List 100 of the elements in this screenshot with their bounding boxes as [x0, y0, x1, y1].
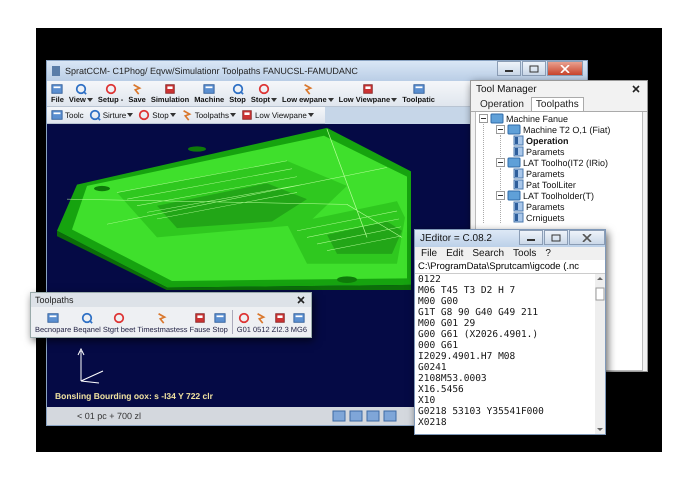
tree-item[interactable]: Paramets	[526, 202, 565, 212]
close-button[interactable]	[295, 294, 308, 306]
ring-icon	[138, 109, 150, 121]
code-line: I2029.4901.H7 M08	[418, 351, 516, 362]
document-icon	[513, 212, 524, 223]
panel-title: Toolpaths	[35, 295, 74, 305]
document-icon	[412, 83, 425, 95]
close-icon	[560, 64, 570, 72]
minimize-button[interactable]	[519, 230, 543, 245]
bolt-icon	[255, 312, 268, 324]
app-icon	[51, 65, 61, 77]
window-title: SpratCCM- C1Phog/ Eqvw/Simulationr Toolpaths FANUCSL-FAMUDANC	[65, 66, 358, 76]
document-icon	[51, 109, 63, 121]
scrollbar[interactable]	[595, 274, 605, 434]
bolt-icon	[180, 109, 193, 121]
status-icon[interactable]	[383, 410, 397, 422]
tree-item[interactable]: LAT Toolholder(T)	[523, 190, 594, 200]
caret-icon	[328, 98, 334, 102]
search-icon	[81, 312, 94, 324]
toolbar-button[interactable]: Toolc	[50, 108, 85, 122]
search-icon	[232, 83, 244, 95]
close-icon	[582, 234, 592, 242]
caret-icon	[271, 98, 278, 102]
document-icon	[51, 83, 64, 95]
maximize-icon	[529, 64, 539, 72]
caret-icon	[170, 113, 176, 117]
ring-icon	[104, 83, 117, 95]
maximize-button[interactable]	[522, 61, 546, 76]
code-line: G0241	[418, 362, 448, 373]
window-title: JEditor = C.08.2	[420, 233, 492, 244]
toolbar-button[interactable]: Low Viewpane	[240, 108, 315, 122]
menu-item[interactable]: ?	[545, 248, 551, 259]
code-line: 000 G61	[418, 340, 460, 351]
ring-icon	[113, 312, 126, 324]
maximize-button[interactable]	[544, 230, 568, 245]
menu-item[interactable]: Tools	[513, 248, 536, 259]
menu-item[interactable]: Edit	[446, 248, 464, 259]
code-line: X10	[418, 395, 436, 406]
document-icon	[214, 312, 226, 324]
code-line: M00 G01 29	[418, 318, 476, 329]
tree-item[interactable]: Crniguets	[526, 212, 565, 222]
tree-item[interactable]: Operation	[526, 136, 569, 146]
code-line: G00 G61 (X2026.4901.)	[418, 329, 540, 340]
document-icon	[513, 168, 524, 179]
caret-icon	[127, 113, 134, 117]
tree-item[interactable]: Pat ToolLiter	[526, 180, 576, 190]
ring-icon	[238, 312, 250, 324]
code-line: 0122	[418, 274, 442, 285]
minimize-button[interactable]	[497, 61, 521, 76]
code-line: M00 G00	[418, 296, 460, 307]
bolt-icon	[302, 83, 314, 95]
tree-item[interactable]: Machine Fanue	[506, 114, 568, 124]
tab[interactable]: Operation	[475, 97, 529, 111]
toolbar-button[interactable]: Toolpaths	[180, 108, 237, 122]
close-icon	[632, 85, 640, 93]
status-icon[interactable]	[349, 410, 363, 422]
bolt-icon	[131, 83, 144, 95]
caret-icon	[86, 98, 93, 102]
code-line: G1T G8 90 G40 G49 211	[418, 307, 540, 318]
menu-item[interactable]: Search	[472, 248, 504, 259]
close-button[interactable]	[630, 83, 642, 95]
collapse-icon[interactable]	[496, 125, 505, 134]
status-icon[interactable]	[366, 410, 380, 422]
menu-item[interactable]: File	[421, 248, 438, 259]
ring-icon	[258, 83, 270, 95]
close-button[interactable]	[569, 230, 605, 245]
caret-icon	[230, 113, 236, 117]
code-line: G0218 53103 Y35541F000	[418, 406, 545, 417]
folder-icon	[490, 113, 504, 124]
tree-item[interactable]: LAT Toolho(IT2 (IRio)	[523, 158, 608, 168]
tree-item[interactable]: Paramets	[526, 146, 565, 156]
tree-item[interactable]: Machine T2 O,1 (Fiat)	[523, 124, 610, 134]
bounding-box-text: Bonsling Bourding oox: s -I34 Y 722 clr	[55, 391, 213, 401]
status-text: < 01 pc + 700 zl	[77, 411, 142, 421]
collapse-icon[interactable]	[496, 158, 505, 167]
tab[interactable]: Toolpaths	[530, 97, 584, 111]
close-icon	[297, 296, 306, 304]
maximize-icon	[551, 234, 561, 242]
collapse-icon[interactable]	[496, 191, 505, 200]
document-icon	[513, 179, 524, 190]
code-line: 2108M53.0003	[418, 373, 488, 384]
toolbar-button[interactable]: Sirture	[88, 108, 134, 122]
document-icon	[513, 135, 524, 146]
folder-icon	[507, 124, 521, 135]
window-title: Tool Manager	[476, 84, 537, 94]
folder-icon	[507, 190, 521, 201]
collapse-icon[interactable]	[479, 114, 488, 123]
status-icon[interactable]	[332, 410, 346, 422]
search-icon	[88, 109, 101, 121]
code-line: X16.5456	[418, 384, 465, 395]
tree-item[interactable]: Paramets	[526, 168, 565, 178]
code-area[interactable]: 0122 M06 T45 T3 D2 H 7 M00 G00 G1T G8 90 G40 G49 211 M00 G01 29 G00 G61 (X2026.4901.) 000 G61 I2029.4901.H7 M08 G0241 2108M53.0003 X16.5456 X10 G0218 53103 Y35541F000 X0218	[415, 274, 595, 434]
document-icon	[203, 83, 216, 95]
file-path: C:\ProgramData\Sprutcam\igcode (.nc	[415, 260, 605, 274]
toolbar-button[interactable]: Stop	[137, 108, 177, 122]
code-line: M06 T45 T3 D2 H 7	[418, 285, 516, 296]
code-line: X0218	[418, 417, 448, 428]
caret-icon	[308, 113, 314, 117]
search-icon	[74, 83, 87, 95]
document-icon	[292, 312, 305, 324]
